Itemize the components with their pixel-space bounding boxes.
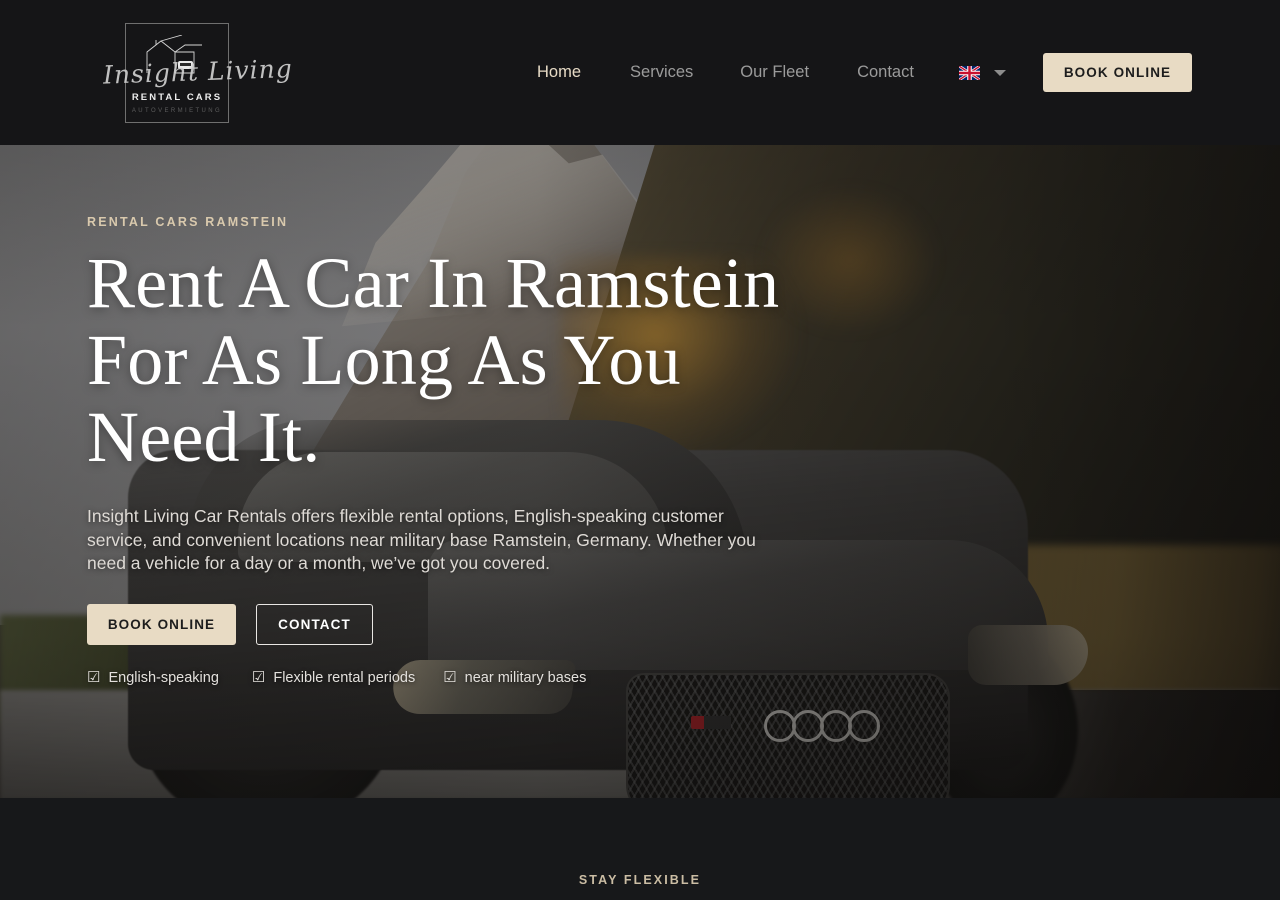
- brand-line-autovermietung: AUTOVERMIETUNG: [131, 107, 223, 114]
- hero-feature-list: ☑ English-speaking ☑ Flexible rental per…: [87, 670, 807, 686]
- brand-logo[interactable]: Insight Living RENTAL CARS AUTOVERMIETUN…: [87, 0, 293, 145]
- feature-label: Flexible rental periods: [273, 669, 416, 686]
- hero-actions: BOOK ONLINE CONTACT: [87, 603, 807, 645]
- feature-item-near-military-bases: ☑ near military bases: [443, 670, 586, 686]
- hero-contact-button[interactable]: CONTACT: [256, 603, 373, 645]
- nav-item-services[interactable]: Services: [630, 63, 693, 82]
- nav-item-home[interactable]: Home: [537, 63, 581, 82]
- feature-item-flexible-rental-periods: ☑ Flexible rental periods: [252, 670, 415, 686]
- nav-item-contact[interactable]: Contact: [857, 63, 914, 82]
- stay-flexible-section: STAY FLEXIBLE: [0, 798, 1280, 900]
- nav-item-our-fleet[interactable]: Our Fleet: [740, 63, 809, 82]
- brand-line-rental-cars: RENTAL CARS: [131, 91, 223, 103]
- feature-label: English-speaking: [108, 669, 219, 686]
- hero-content: RENTAL CARS RAMSTEIN Rent A Car In Ramst…: [87, 215, 807, 686]
- checkbox-checked-icon: ☑: [87, 669, 101, 686]
- chevron-down-icon: [993, 69, 1006, 76]
- uk-flag-icon: [958, 65, 980, 80]
- hero-paragraph: Insight Living Car Rentals offers flexib…: [87, 506, 756, 573]
- logo-frame: Insight Living RENTAL CARS AUTOVERMIETUN…: [103, 22, 293, 123]
- site-header: Insight Living RENTAL CARS AUTOVERMIETUN…: [0, 0, 1280, 145]
- hero-section: RENTAL CARS RAMSTEIN Rent A Car In Ramst…: [0, 145, 1280, 798]
- section-eyebrow: STAY FLEXIBLE: [578, 873, 702, 887]
- brand-script-name: Insight Living: [102, 53, 294, 90]
- checkbox-checked-icon: ☑: [251, 669, 266, 686]
- hero-title: Rent A Car In Ramstein For As Long As Yo…: [87, 243, 780, 477]
- hero-eyebrow: RENTAL CARS RAMSTEIN: [87, 215, 289, 229]
- header-book-online-button[interactable]: BOOK ONLINE: [1043, 53, 1192, 92]
- hero-book-online-button[interactable]: BOOK ONLINE: [87, 603, 236, 645]
- checkbox-checked-icon: ☑: [443, 669, 457, 686]
- feature-item-english-speaking: ☑ English-speaking: [87, 670, 219, 686]
- feature-label: near military bases: [464, 669, 587, 686]
- language-switcher[interactable]: [958, 65, 1006, 80]
- main-navigation: Home Services Our Fleet Contact: [537, 0, 1006, 145]
